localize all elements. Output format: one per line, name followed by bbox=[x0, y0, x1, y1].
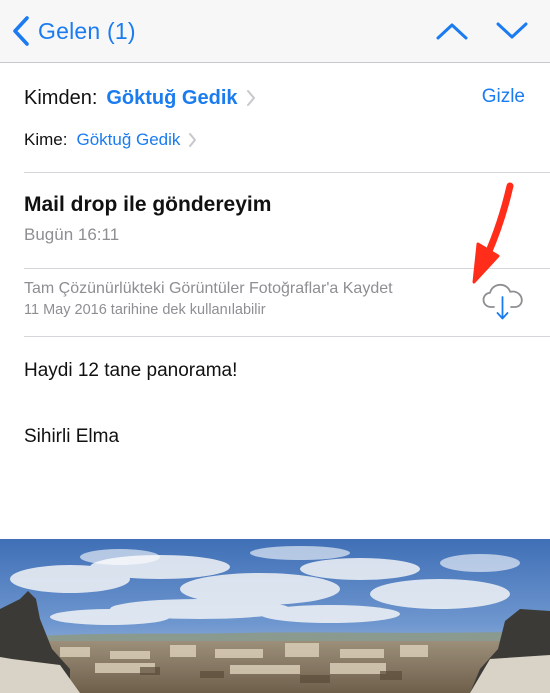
chevron-right-icon bbox=[246, 90, 255, 106]
panorama-attachment-image[interactable] bbox=[0, 539, 550, 693]
next-message-button[interactable] bbox=[492, 14, 532, 48]
chevron-left-icon bbox=[13, 16, 29, 46]
save-full-resolution-link[interactable]: Tam Çözünürlükteki Görüntüler Fotoğrafla… bbox=[24, 280, 393, 298]
navigation-bar: Gelen (1) bbox=[0, 0, 550, 63]
message-signature: Sihirli Elma bbox=[24, 426, 120, 447]
sender-name-link[interactable]: Göktuğ Gedik bbox=[106, 87, 237, 110]
divider bbox=[24, 172, 550, 173]
annotation-arrow-icon bbox=[472, 182, 514, 284]
message-date: Bugün 16:11 bbox=[24, 225, 120, 244]
recipient-name-link[interactable]: Göktuğ Gedik bbox=[76, 130, 180, 150]
recipient-row: Kime: Göktuğ Gedik bbox=[24, 125, 197, 155]
back-button-label: Gelen (1) bbox=[38, 17, 136, 44]
sender-row: Kimden: Göktuğ Gedik bbox=[24, 82, 256, 114]
back-to-inbox-button[interactable]: Gelen (1) bbox=[10, 11, 136, 51]
mail-drop-expiry: 11 May 2016 tarihine dek kullanılabilir bbox=[24, 302, 266, 318]
to-label: Kime: bbox=[24, 130, 68, 149]
chevron-up-icon bbox=[436, 23, 468, 40]
from-label: Kimden: bbox=[24, 86, 98, 109]
hide-details-button[interactable]: Gizle bbox=[482, 86, 525, 108]
chevron-down-icon bbox=[496, 22, 528, 39]
message-body-line: Haydi 12 tane panorama! bbox=[24, 360, 238, 381]
chevron-right-icon bbox=[189, 133, 197, 147]
message-subject: Mail drop ile göndereyim bbox=[24, 193, 272, 216]
divider bbox=[24, 336, 550, 337]
previous-message-button[interactable] bbox=[432, 14, 472, 48]
